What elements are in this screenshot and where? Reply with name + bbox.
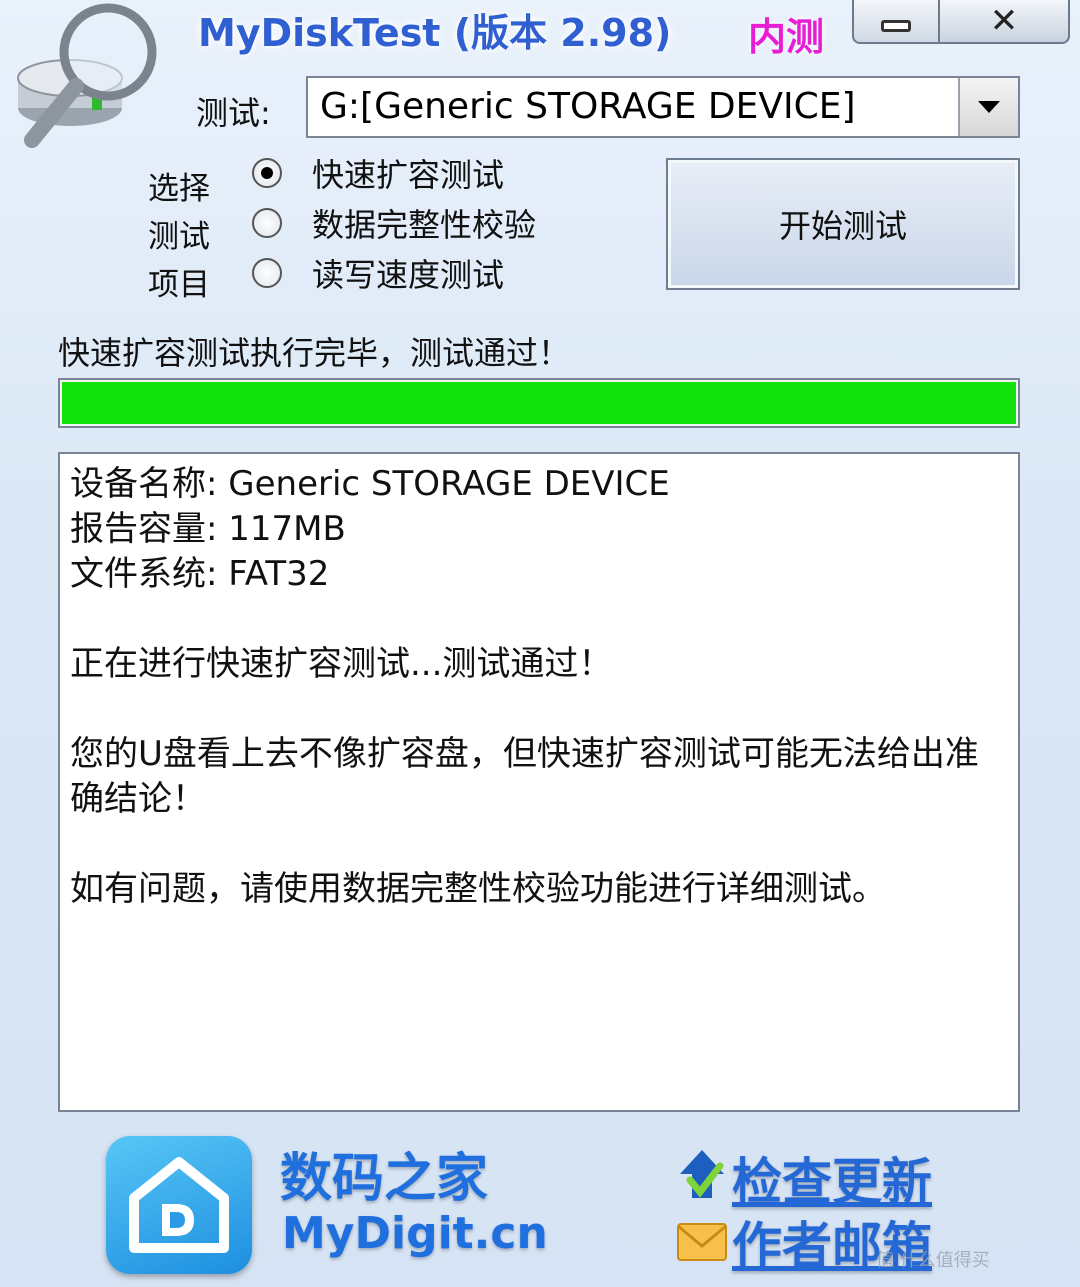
group-label-line: 选择 [148, 171, 210, 207]
update-arrow-icon [680, 1150, 724, 1198]
log-blank [70, 597, 1008, 642]
option-data-integrity[interactable]: 数据完整性校验 [252, 200, 536, 246]
log-device-name: 设备名称: Generic STORAGE DEVICE [70, 464, 670, 504]
window-controls: ✕ [852, 0, 1080, 48]
watermark: 值 什么值得买 [876, 1250, 990, 1271]
radio-button[interactable] [252, 208, 282, 238]
minimize-icon [881, 20, 911, 32]
house-d-icon [129, 1157, 229, 1253]
mydigit-logo[interactable] [106, 1136, 252, 1274]
group-label-line: 测试 [148, 219, 210, 255]
option-label: 快速扩容测试 [312, 156, 505, 194]
start-test-button[interactable]: 开始测试 [666, 158, 1020, 290]
close-icon: ✕ [989, 1, 1019, 41]
radio-button[interactable] [252, 158, 282, 188]
progress-fill [62, 382, 1016, 424]
log-blank [70, 822, 1008, 867]
option-quick-capacity[interactable]: 快速扩容测试 [252, 150, 504, 196]
progress-bar [58, 378, 1020, 428]
app-window: MyDiskTest (版本 2.98) 内测 ✕ 测试: G:[Generic… [0, 0, 1080, 1287]
minimize-button[interactable] [852, 0, 940, 44]
check-update-link[interactable]: 检查更新 [732, 1142, 932, 1214]
log-progress-msg: 正在进行快速扩容测试...测试通过！ [70, 644, 613, 684]
dropdown-button[interactable] [958, 78, 1018, 136]
brand-name: 数码之家 [280, 1149, 489, 1209]
test-label: 测试: [196, 94, 271, 132]
option-label: 读写速度测试 [312, 256, 505, 294]
mail-icon [677, 1223, 727, 1261]
brand-url[interactable]: MyDigit.cn [282, 1208, 548, 1259]
test-item-group-label: 选择 测试 项目 [148, 165, 210, 309]
log-note: 您的U盘看上去不像扩容盘，但快速扩容测试可能无法给出准确结论！ [70, 734, 979, 819]
result-log[interactable]: 设备名称: Generic STORAGE DEVICE 报告容量: 117MB… [58, 452, 1020, 1112]
radio-button[interactable] [252, 258, 282, 288]
option-read-write-speed[interactable]: 读写速度测试 [252, 250, 504, 296]
device-select-value: G:[Generic STORAGE DEVICE] [320, 86, 856, 127]
log-blank [70, 687, 1008, 732]
log-advice: 如有问题，请使用数据完整性校验功能进行详细测试。 [70, 869, 886, 909]
status-text: 快速扩容测试执行完毕，测试通过！ [58, 334, 571, 372]
group-label-line: 项目 [148, 267, 210, 303]
log-capacity: 报告容量: 117MB [70, 509, 346, 549]
chevron-down-icon [978, 101, 1000, 113]
beta-badge: 内测 [748, 15, 825, 59]
close-button[interactable]: ✕ [940, 0, 1070, 44]
disk-magnifier-icon [17, 3, 157, 148]
window-title: MyDiskTest (版本 2.98) [198, 11, 672, 55]
log-filesystem: 文件系统: FAT32 [70, 554, 330, 594]
device-select[interactable]: G:[Generic STORAGE DEVICE] [306, 76, 1020, 138]
option-label: 数据完整性校验 [312, 206, 537, 244]
